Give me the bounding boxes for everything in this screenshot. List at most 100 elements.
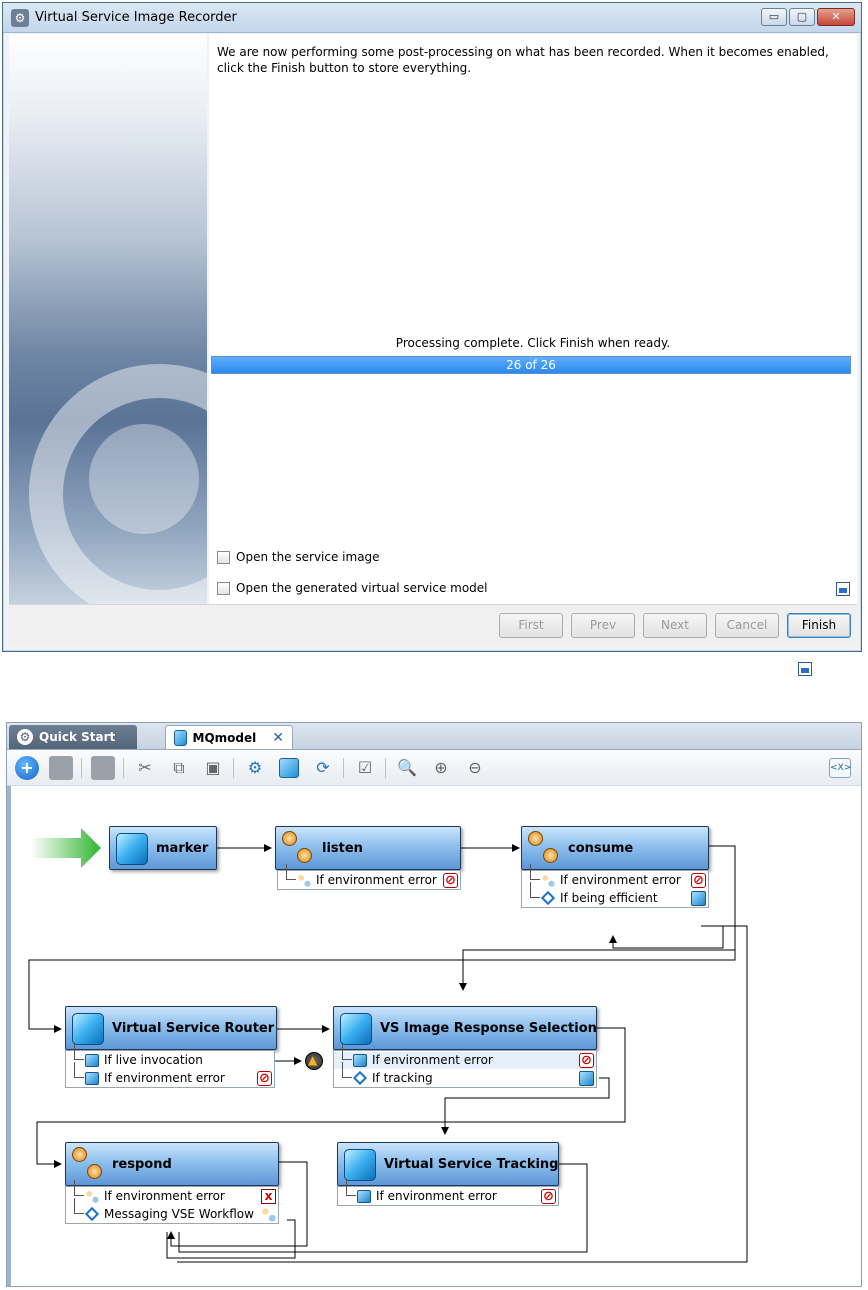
steps-icon: [261, 1207, 276, 1222]
post-processing-info: We are now performing some post-processi…: [217, 45, 829, 75]
open-virtual-service-model-row[interactable]: Open the generated virtual service model: [217, 581, 488, 595]
node-label: consume: [568, 841, 634, 856]
warning-icon[interactable]: [305, 1052, 323, 1070]
stop-icon: [541, 1188, 556, 1205]
prev-button[interactable]: Prev: [571, 613, 635, 638]
branch-row[interactable]: If being efficient: [522, 882, 708, 907]
refresh-button[interactable]: ⟳: [311, 756, 335, 780]
branch-label: If environment error: [104, 1071, 225, 1085]
maximize-button[interactable]: ▢: [789, 8, 815, 26]
branch-row[interactable]: If environment error: [334, 1044, 596, 1069]
minimize-button[interactable]: ▭: [761, 8, 787, 26]
node-marker[interactable]: marker: [109, 826, 217, 870]
tab-quick-start[interactable]: ⚙ Quick Start: [9, 725, 137, 749]
model-canvas[interactable]: marker listen If environment error consu…: [7, 786, 861, 1286]
branch-row[interactable]: Messaging VSE Workflow: [66, 1198, 278, 1223]
branch-steps-icon: [297, 874, 311, 887]
open-service-image-checkbox[interactable]: [217, 550, 230, 564]
node-respond[interactable]: respond: [65, 1142, 279, 1186]
branch-label: If environment error: [560, 873, 681, 887]
tab-mqmodel[interactable]: MQmodel ✕: [165, 725, 293, 749]
error-x-icon: x: [261, 1189, 276, 1204]
first-button[interactable]: First: [499, 613, 563, 638]
branch-diamond-icon: [352, 1070, 368, 1086]
branch-row[interactable]: If tracking: [334, 1062, 596, 1087]
stop-icon: [443, 872, 458, 889]
stop-icon: [579, 1052, 594, 1069]
copy-button[interactable]: ⧉: [167, 756, 191, 780]
banner-logo-core: [89, 424, 199, 534]
zoom-in-button[interactable]: ⊕: [429, 756, 453, 780]
branch-diamond-icon: [540, 890, 556, 906]
branch-row[interactable]: If environment error: [338, 1180, 558, 1205]
stop-icon: [257, 1070, 272, 1087]
node-label: marker: [156, 841, 209, 856]
dock-panel-icon[interactable]: [798, 662, 812, 676]
node-label: respond: [112, 1157, 172, 1172]
node-virtual-service-tracking[interactable]: Virtual Service Tracking: [337, 1142, 559, 1186]
paste-button[interactable]: ▣: [201, 756, 225, 780]
router-branches: If live invocation If environment error: [65, 1044, 275, 1088]
consume-branches: If environment error If being efficient: [521, 864, 709, 908]
branch-row[interactable]: If live invocation: [66, 1044, 274, 1069]
settings-gear-button[interactable]: ⚙: [243, 756, 267, 780]
recorder-dialog: ⚙ Virtual Service Image Recorder ▭ ▢ ✕ W…: [2, 2, 862, 652]
cut-button[interactable]: ✂: [133, 756, 157, 780]
respond-steps-icon: [72, 1147, 104, 1181]
finish-button[interactable]: Finish: [787, 613, 851, 638]
branch-row[interactable]: If environment error: [522, 864, 708, 889]
node-consume[interactable]: consume: [521, 826, 709, 870]
branch-cube-icon: [85, 1054, 99, 1067]
node-listen[interactable]: listen: [275, 826, 461, 870]
tracking-cube-icon: [344, 1149, 376, 1181]
stop-icon: [691, 872, 706, 889]
dialog-titlebar[interactable]: ⚙ Virtual Service Image Recorder ▭ ▢ ✕: [3, 3, 861, 33]
model-cube-button[interactable]: [277, 756, 301, 780]
branch-row[interactable]: If environment error x: [66, 1180, 278, 1205]
progress-text: 26 of 26: [506, 358, 556, 372]
app-gear-icon: ⚙: [11, 9, 29, 27]
selection-cube-icon: [340, 1013, 372, 1045]
branch-cube-icon: [357, 1190, 371, 1203]
toolbar-separator: [385, 758, 386, 778]
node-label: Virtual Service Tracking: [384, 1157, 559, 1172]
selection-branches: If environment error If tracking: [333, 1044, 597, 1088]
wizard-content: We are now performing some post-processi…: [209, 34, 857, 604]
cancel-button[interactable]: Cancel: [715, 613, 779, 638]
cube-icon: [691, 891, 706, 906]
node-virtual-service-router[interactable]: Virtual Service Router: [65, 1006, 277, 1050]
dialog-title: Virtual Service Image Recorder: [35, 10, 237, 25]
listen-branches: If environment error: [277, 864, 461, 890]
branch-steps-icon: [541, 874, 555, 887]
wizard-button-bar: First Prev Next Cancel Finish: [9, 604, 857, 646]
minimize-panel-icon[interactable]: [836, 582, 850, 596]
progress-bar: 26 of 26: [211, 356, 851, 374]
close-button[interactable]: ✕: [817, 8, 855, 26]
add-step-button[interactable]: +: [15, 756, 39, 780]
branch-steps-icon: [85, 1190, 99, 1203]
respond-branches: If environment error x Messaging VSE Wor…: [65, 1180, 279, 1224]
toolbar-separator: [233, 758, 234, 778]
zoom-out-button[interactable]: ⊖: [463, 756, 487, 780]
open-service-image-row[interactable]: Open the service image: [217, 550, 380, 564]
node-label: VS Image Response Selection: [380, 1021, 597, 1036]
branch-row[interactable]: If environment error: [66, 1062, 274, 1087]
branch-label: If tracking: [372, 1071, 433, 1085]
cube-icon: [579, 1071, 594, 1086]
delete-step-button[interactable]: [49, 756, 73, 780]
window-controls: ▭ ▢ ✕: [761, 8, 855, 26]
branch-row[interactable]: If environment error: [278, 864, 460, 889]
node-vs-image-response-selection[interactable]: VS Image Response Selection: [333, 1006, 597, 1050]
search-button[interactable]: 🔍: [395, 756, 419, 780]
open-virtual-service-model-label: Open the generated virtual service model: [236, 581, 488, 595]
close-tab-icon[interactable]: ✕: [272, 730, 284, 746]
branch-diamond-icon: [84, 1206, 100, 1222]
back-arrow-button[interactable]: [91, 756, 115, 780]
tab-mqmodel-label: MQmodel: [192, 730, 257, 745]
xml-view-button[interactable]: <X>: [829, 758, 851, 778]
checklist-button[interactable]: ☑: [353, 756, 377, 780]
open-service-image-label: Open the service image: [236, 550, 380, 564]
open-virtual-service-model-checkbox[interactable]: [217, 581, 230, 595]
next-button[interactable]: Next: [643, 613, 707, 638]
branch-label: If environment error: [316, 873, 437, 887]
